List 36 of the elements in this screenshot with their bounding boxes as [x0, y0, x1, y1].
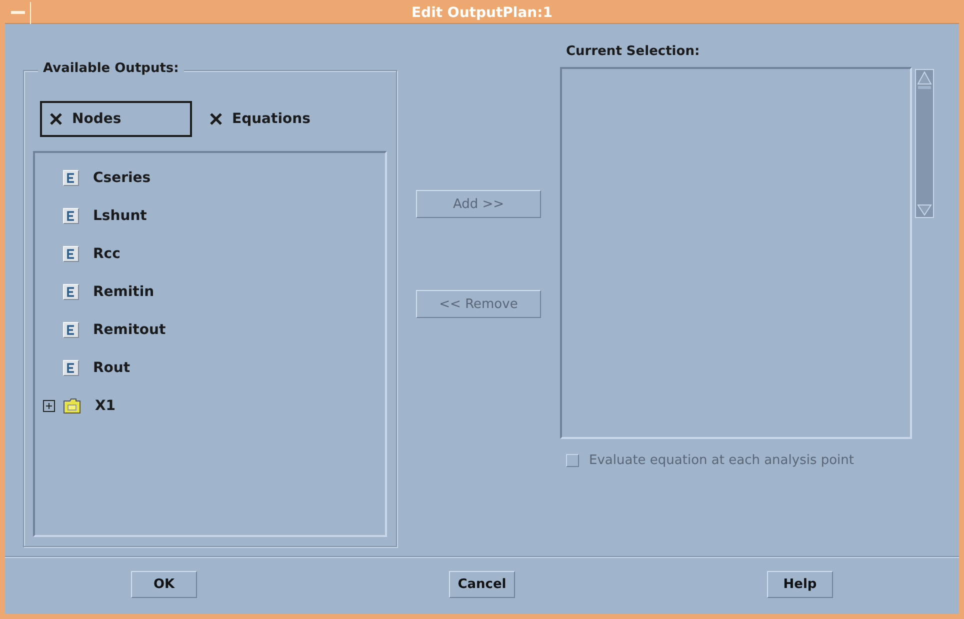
- output-item[interactable]: Remitin: [43, 273, 385, 311]
- equation-icon: [63, 246, 79, 262]
- item-label: Cseries: [93, 170, 151, 186]
- equation-icon: [63, 322, 79, 338]
- item-label: Remitin: [93, 284, 154, 300]
- window-title: Edit OutputPlan:1: [410, 4, 554, 20]
- output-item[interactable]: Rout: [43, 349, 385, 387]
- equation-icon: [63, 170, 79, 186]
- output-item[interactable]: Rcc: [43, 235, 385, 273]
- item-label: Remitout: [93, 322, 166, 338]
- output-item[interactable]: X1: [43, 387, 385, 425]
- down-arrow-icon[interactable]: [916, 203, 933, 217]
- folder-icon: [63, 398, 81, 414]
- selection-label: Current Selection:: [566, 44, 701, 59]
- cross-icon: [210, 113, 222, 125]
- cross-icon: [50, 113, 62, 125]
- filter-checkbox[interactable]: Nodes: [40, 101, 192, 137]
- up-arrow-icon[interactable]: [916, 70, 933, 90]
- output-item[interactable]: Cseries: [43, 159, 385, 197]
- dialog-button[interactable]: OK: [131, 571, 197, 598]
- equation-icon: [63, 208, 79, 224]
- output-item[interactable]: Lshunt: [43, 197, 385, 235]
- dialog-button[interactable]: Cancel: [449, 571, 515, 598]
- plus-box-icon[interactable]: [43, 400, 55, 412]
- dialog-button[interactable]: Help: [767, 571, 833, 598]
- item-label: Rout: [93, 360, 130, 376]
- output-item[interactable]: Remitout: [43, 311, 385, 349]
- minus-icon: [10, 10, 24, 14]
- filter-checkbox[interactable]: Equations: [200, 101, 320, 137]
- equation-icon: [63, 284, 79, 300]
- item-label: X1: [95, 398, 116, 414]
- group-label: Available Outputs:: [38, 61, 184, 76]
- item-label: Lshunt: [93, 208, 147, 224]
- scrollbar[interactable]: [915, 69, 934, 218]
- equation-icon: [63, 360, 79, 376]
- item-label: Rcc: [93, 246, 120, 262]
